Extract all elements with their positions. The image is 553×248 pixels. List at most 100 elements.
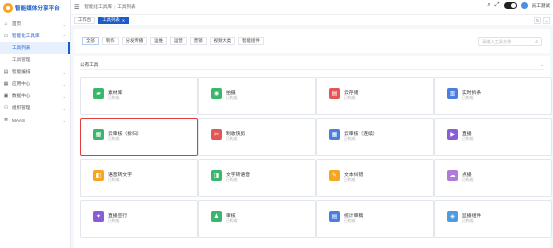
refresh-icon[interactable]: ↻	[534, 17, 541, 24]
tab-workbench[interactable]: 工作台	[74, 16, 96, 24]
avatar[interactable]	[520, 2, 528, 9]
tool-card[interactable]: ▥ 实时拆条 已构成	[434, 77, 552, 115]
close-icon[interactable]: ✕	[122, 18, 125, 23]
tool-card-status: 已构成	[462, 178, 474, 182]
filter-chip[interactable]: 全部	[82, 37, 99, 45]
speech-icon: ◧	[93, 170, 104, 181]
sidebar-item-label: 智能化工具库	[12, 33, 40, 38]
sidebar-item-label: 首页	[12, 21, 22, 26]
tool-card-title: 拍摄	[226, 91, 236, 96]
section-header[interactable]: 公有工具 ⌄	[80, 60, 544, 70]
sidebar-item-tool-list[interactable]: 工具列表	[0, 42, 70, 54]
tool-card[interactable]: ▰ 素材库 已构成	[80, 77, 198, 115]
search-placeholder: 请输入工具名称	[482, 38, 512, 44]
tool-card[interactable]: ◈ 监播组件 已构成	[434, 200, 552, 238]
tool-card[interactable]: ▦ 云审核（连续） 已构成	[316, 118, 434, 156]
tool-card[interactable]: ♟ 审核 已构成	[198, 200, 316, 238]
sidebar-item-label: 工具管理	[12, 57, 31, 62]
tool-card[interactable]: ◨ 文字转语音 已构成	[198, 159, 316, 197]
chevron-down-icon: ⌄	[62, 117, 66, 123]
topbar-actions: ⌕ ⤢ 员工测试	[487, 2, 550, 9]
filter-chip[interactable]: 制作	[101, 37, 119, 45]
brand[interactable]: 智能媒体分享平台	[0, 0, 70, 16]
tool-card[interactable]: ▦ 云审核（拆归） 已构成	[80, 118, 198, 156]
search-icon[interactable]: ⌕	[487, 2, 490, 9]
clipboard-icon: ▤	[3, 69, 9, 75]
tool-card[interactable]: ✦ 直播宣行 已构成	[80, 200, 198, 238]
review-icon: ▦	[93, 129, 104, 140]
breadcrumb-item[interactable]: 智能化工具库	[84, 4, 112, 10]
tab-label: 工具列表	[102, 17, 120, 22]
tool-card[interactable]: ☁ 点播 已构成	[434, 159, 552, 197]
filter-chip[interactable]: 智能组件	[238, 37, 264, 45]
tool-card-status: 已构成	[108, 219, 120, 223]
review-icon: ▦	[329, 129, 340, 140]
sidebar: 智能媒体分享平台 ⌂ 首页 ⌄ ▭ 智能化工具库 ⌃ 工具列表工具管理 ▤ 智能编排 ⌄ ▦ 应用中心…	[0, 0, 71, 248]
tool-card-title: 素材库	[108, 91, 123, 96]
split-icon: ▥	[447, 88, 458, 99]
tool-card[interactable]: ▶ 直播 已构成	[434, 118, 552, 156]
tool-card-status: 已构成	[226, 178, 238, 182]
main-content: 全部 制作 分发传播 运维 运营 营销 视频大类 智能组件 请输入工具名称 ⌕ 公有工具 ⌄ …	[74, 29, 552, 248]
menu-icon[interactable]: ☰	[74, 4, 79, 11]
tool-card-title: 文字转语音	[226, 173, 250, 178]
tool-card-status: 已构成	[462, 96, 474, 100]
tool-card[interactable]: ◉ 拍摄 已构成	[198, 77, 316, 115]
tool-card-title: 点播	[462, 173, 472, 178]
chevron-down-icon: ⌄	[62, 21, 66, 27]
tool-card-status: 已构成	[226, 219, 238, 223]
tool-card-title: 云存储	[344, 91, 359, 96]
tool-card[interactable]: ✂ 制收快剪 已构成	[198, 118, 316, 156]
username[interactable]: 员工测试	[532, 3, 550, 9]
tab-tool-list[interactable]: 工具列表 ✕	[98, 16, 130, 24]
broadcast-icon: ✦	[93, 211, 104, 222]
tool-card[interactable]: ▤ 云存储 已构成	[316, 77, 434, 115]
tool-card-status: 已构成	[226, 137, 238, 141]
tool-card[interactable]: ▤ 统计审稿 已构成	[316, 200, 434, 238]
sidebar-nav: ⌂ 首页 ⌄ ▭ 智能化工具库 ⌃ 工具列表 工具管理 ▤ 智能编排 ⌄ ▦ 应用中心 ⌄ ▣ 数据中心 ⌄ ⚇ 组…	[0, 18, 70, 126]
filter-chip[interactable]: 运维	[150, 37, 167, 45]
sidebar-item-smart-edit[interactable]: ▤ 智能编排 ⌄	[0, 66, 70, 78]
tool-card[interactable]: ✎ 文本纠错 已构成	[316, 159, 434, 197]
tool-card-status: 已构成	[108, 137, 120, 141]
home-icon: ⌂	[4, 21, 8, 27]
tool-card-title: 文本纠错	[344, 173, 364, 178]
chevron-down-icon[interactable]: ⌄	[543, 17, 550, 24]
tool-card-status: 已构成	[462, 219, 474, 223]
tool-card-title: 统计审稿	[344, 214, 364, 219]
tool-card-title: 云审核（拆归）	[108, 132, 142, 137]
sidebar-item-maas[interactable]: ≣ MAAS ⌄	[0, 114, 70, 126]
filter-chip[interactable]: 运营	[169, 37, 187, 45]
filter-chip[interactable]: 营销	[189, 37, 207, 45]
tool-card-status: 已构成	[108, 178, 120, 182]
sidebar-item-label: 数据中心	[12, 93, 31, 98]
tool-card-title: 审核	[226, 214, 236, 219]
sidebar-item-system[interactable]: ⚇ 组织管理 ⌄	[0, 102, 70, 114]
sidebar-item-smart-tools[interactable]: ▭ 智能化工具库 ⌃	[0, 30, 70, 42]
sidebar-item-label: 应用中心	[12, 81, 31, 86]
tool-card[interactable]: ◧ 语音转文字 已构成	[80, 159, 198, 197]
sidebar-item-tool-manage[interactable]: 工具管理	[0, 54, 70, 66]
sidebar-item-app-center[interactable]: ▦ 应用中心 ⌄	[0, 78, 70, 90]
database-icon: ▣	[3, 93, 9, 99]
tool-card-title: 监播组件	[462, 214, 482, 219]
tabs-bar: 工作台 工具列表 ✕ ↻ ⌄	[71, 14, 553, 25]
category-filters: 全部 制作 分发传播 运维 运营 营销 视频大类 智能组件	[82, 37, 264, 45]
sidebar-item-data-center[interactable]: ▣ 数据中心 ⌄	[0, 90, 70, 102]
tool-card-status: 已构成	[226, 96, 238, 100]
tool-card-title: 直播	[462, 132, 472, 137]
fullscreen-icon[interactable]: ⤢	[495, 2, 500, 9]
monitor-icon: ◈	[447, 211, 458, 222]
tool-card-title: 制收快剪	[226, 132, 246, 137]
filter-panel: 全部 制作 分发传播 运维 运营 营销 视频大类 智能组件 请输入工具名称 ⌕	[74, 29, 550, 53]
sidebar-item-home[interactable]: ⌂ 首页 ⌄	[0, 18, 70, 30]
theme-toggle[interactable]	[503, 2, 517, 9]
tool-card-status: 已构成	[344, 219, 356, 223]
tools-section: 公有工具 ⌄ ▰ 素材库 已构成 ◉ 拍摄 已构成 ▤ 云存储 已构成 ▥ 实时拆条 已构成 ▦ 云审核（…	[74, 56, 552, 248]
search-input[interactable]: 请输入工具名称 ⌕	[478, 37, 542, 46]
search-icon[interactable]: ⌕	[535, 39, 538, 45]
chevron-down-icon[interactable]: ⌄	[541, 62, 544, 67]
tab-label: 工作台	[78, 17, 92, 22]
filter-chip[interactable]: 分发传播	[121, 37, 148, 45]
filter-chip[interactable]: 视频大类	[209, 37, 236, 45]
